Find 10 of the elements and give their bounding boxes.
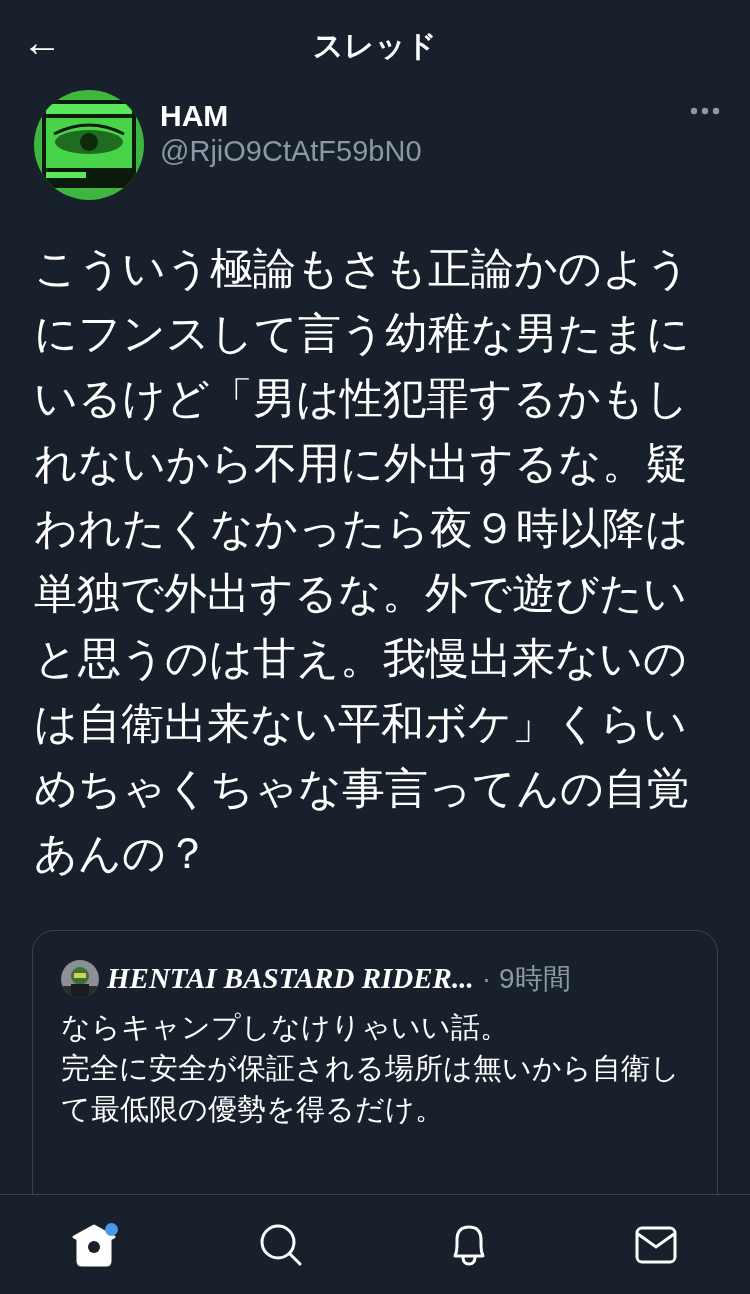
quoted-user-name: HENTAI BASTARD RIDER...	[107, 961, 474, 996]
user-name: HAM	[160, 98, 230, 134]
tweet-text: こういう極論もさも正論かのようにフンスして言う幼稚な男たまにいるけど「男は性犯罪するかもしれないから不用に外出するな。疑われたくなかったら夜９時以降は単独で外出するな。外で遊びたいと思うのは甘え。我慢出来ないのは自衛出来ない平和ボケ」くらいめちゃくちゃな事言ってんの自覚あんの？	[34, 244, 691, 879]
back-button[interactable]: ←	[22, 22, 62, 62]
page-title: スレッド	[313, 27, 437, 64]
quoted-text: ならキャンプしなけりゃいい話。	[61, 1009, 510, 1045]
quoted-text: 完全に安全が保証される場所は無いから自衛して最低限の優勢を得るだけ。	[61, 1050, 681, 1127]
separator-dot: ·	[481, 961, 491, 996]
quoted-time: 9時間	[499, 961, 571, 996]
user-handle: @RjiO9CtAtF59bN0	[160, 134, 423, 169]
